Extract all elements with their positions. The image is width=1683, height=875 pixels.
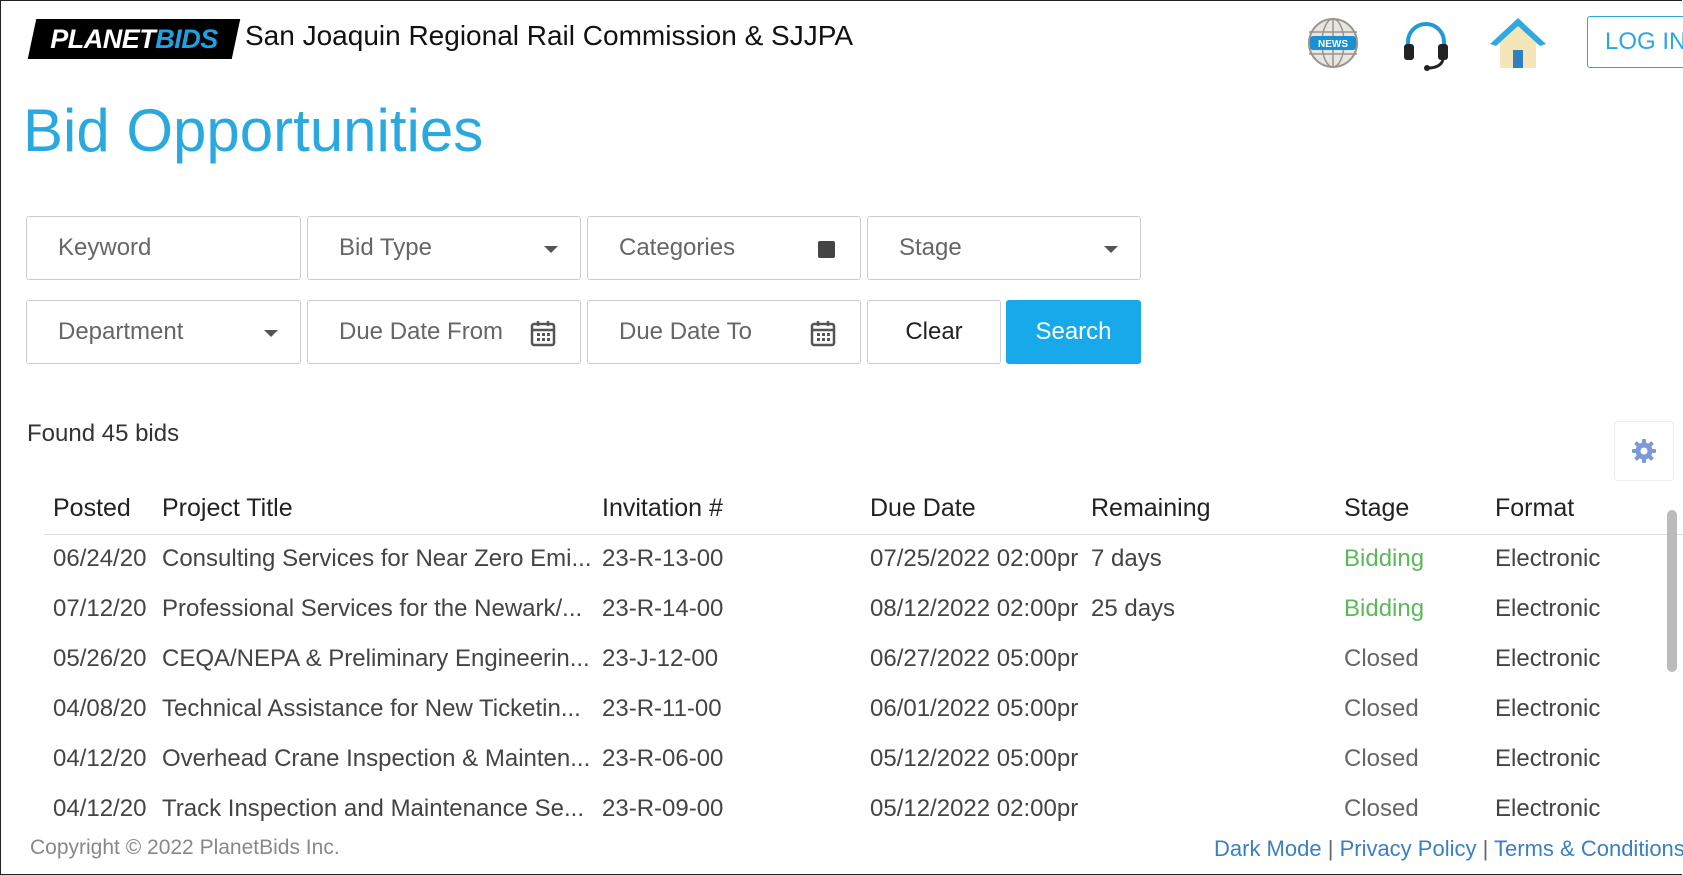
categories-placeholder: Categories bbox=[619, 234, 736, 261]
bids-table: Posted Project Title Invitation # Due Da… bbox=[44, 486, 1683, 824]
cell-format: Electronic bbox=[1495, 545, 1601, 572]
cell-invitation: 23-R-13-00 bbox=[602, 545, 724, 572]
table-row[interactable]: 07/12/20 Professional Services for the Ne… bbox=[44, 585, 1683, 635]
cell-invitation: 23-R-06-00 bbox=[602, 745, 724, 772]
search-button[interactable]: Search bbox=[1006, 300, 1141, 364]
table-header: Posted Project Title Invitation # Due Da… bbox=[44, 486, 1683, 535]
categories-select[interactable]: Categories bbox=[587, 216, 861, 280]
due-date-from-input[interactable]: Due Date From bbox=[307, 300, 581, 364]
cell-remaining: 25 days bbox=[1091, 595, 1176, 622]
organization-name: San Joaquin Regional Rail Commission & S… bbox=[245, 20, 853, 51]
cell-format: Electronic bbox=[1495, 595, 1601, 622]
chevron-down-icon bbox=[1104, 246, 1118, 253]
cell-format: Electronic bbox=[1495, 645, 1601, 672]
column-header-stage[interactable]: Stage bbox=[1344, 494, 1409, 523]
cell-posted: 07/12/20 bbox=[53, 595, 147, 622]
keyword-input[interactable]: Keyword bbox=[26, 216, 301, 280]
cell-due-date: 06/27/2022 05:00pr bbox=[870, 645, 1079, 672]
headset-icon[interactable] bbox=[1398, 16, 1454, 72]
cell-invitation: 23-R-11-00 bbox=[602, 695, 722, 722]
cell-invitation: 23-J-12-00 bbox=[602, 645, 719, 672]
calendar-icon[interactable] bbox=[810, 319, 836, 347]
cell-due-date: 06/01/2022 05:00pr bbox=[870, 695, 1079, 722]
due-date-to-placeholder: Due Date To bbox=[619, 318, 752, 345]
column-header-due-date[interactable]: Due Date bbox=[870, 494, 976, 523]
cell-project-title[interactable]: Overhead Crane Inspection & Mainten... bbox=[162, 745, 592, 773]
cell-format: Electronic bbox=[1495, 745, 1601, 772]
due-date-from-placeholder: Due Date From bbox=[339, 318, 504, 345]
home-icon[interactable] bbox=[1488, 16, 1548, 72]
table-scrollbar-thumb[interactable] bbox=[1667, 510, 1677, 672]
cell-format: Electronic bbox=[1495, 695, 1601, 722]
calendar-icon[interactable] bbox=[530, 319, 556, 347]
page-title: Bid Opportunities bbox=[23, 97, 484, 164]
cell-due-date: 05/12/2022 02:00pr bbox=[870, 795, 1079, 822]
cell-posted: 04/12/20 bbox=[53, 745, 147, 772]
due-date-to-input[interactable]: Due Date To bbox=[587, 300, 861, 364]
table-row[interactable]: 05/26/20 CEQA/NEPA & Preliminary Engineer… bbox=[44, 635, 1683, 685]
chevron-down-icon bbox=[544, 246, 558, 253]
cell-posted: 05/26/20 bbox=[53, 645, 147, 672]
stage-select[interactable]: Stage bbox=[867, 216, 1141, 280]
column-settings-button[interactable] bbox=[1614, 421, 1674, 481]
cell-due-date: 05/12/2022 05:00pr bbox=[870, 745, 1079, 772]
cell-project-title[interactable]: Consulting Services for Near Zero Emi... bbox=[162, 545, 592, 573]
table-row[interactable]: 04/12/20 Overhead Crane Inspection & Main… bbox=[44, 735, 1683, 785]
cell-remaining: 7 days bbox=[1091, 545, 1162, 572]
department-placeholder: Department bbox=[58, 318, 184, 345]
cell-stage: Closed bbox=[1344, 645, 1419, 672]
logo-bids-text: BIDS bbox=[155, 23, 218, 54]
cell-project-title[interactable]: Technical Assistance for New Ticketin... bbox=[162, 695, 592, 723]
keyword-placeholder: Keyword bbox=[58, 234, 152, 261]
cell-stage: Closed bbox=[1344, 695, 1419, 722]
copyright-text: Copyright © 2022 PlanetBids Inc. bbox=[30, 836, 340, 859]
stage-placeholder: Stage bbox=[899, 234, 962, 261]
cell-stage: Bidding bbox=[1344, 545, 1425, 572]
news-globe-icon[interactable]: NEWS bbox=[1306, 16, 1360, 70]
login-button[interactable]: LOG IN bbox=[1587, 16, 1683, 68]
cell-posted: 06/24/20 bbox=[53, 545, 147, 572]
dark-mode-link[interactable]: Dark Mode bbox=[1214, 836, 1322, 861]
cell-format: Electronic bbox=[1495, 795, 1601, 822]
news-badge-text: NEWS bbox=[1318, 39, 1348, 50]
column-header-project-title[interactable]: Project Title bbox=[162, 494, 293, 523]
cell-stage: Bidding bbox=[1344, 595, 1425, 622]
bid-type-placeholder: Bid Type bbox=[339, 234, 432, 261]
terms-link[interactable]: Terms & Conditions bbox=[1494, 836, 1683, 861]
column-header-remaining[interactable]: Remaining bbox=[1091, 494, 1211, 523]
cell-stage: Closed bbox=[1344, 795, 1419, 822]
cell-posted: 04/12/20 bbox=[53, 795, 147, 822]
cell-project-title[interactable]: Track Inspection and Maintenance Se... bbox=[162, 795, 592, 823]
column-header-format[interactable]: Format bbox=[1495, 494, 1574, 523]
column-header-invitation[interactable]: Invitation # bbox=[602, 494, 723, 523]
column-header-posted[interactable]: Posted bbox=[53, 494, 131, 523]
cell-project-title[interactable]: CEQA/NEPA & Preliminary Engineerin... bbox=[162, 645, 592, 673]
logo-planet-text: PLANET bbox=[50, 23, 156, 54]
table-row[interactable]: 06/24/20 Consulting Services for Near Zer… bbox=[44, 535, 1683, 585]
cell-invitation: 23-R-14-00 bbox=[602, 595, 724, 622]
cell-project-title[interactable]: Professional Services for the Newark/... bbox=[162, 595, 592, 623]
bid-type-select[interactable]: Bid Type bbox=[307, 216, 581, 280]
table-row[interactable]: 04/08/20 Technical Assistance for New Tic… bbox=[44, 685, 1683, 735]
cell-due-date: 08/12/2022 02:00pr bbox=[870, 595, 1079, 622]
table-row[interactable]: 04/12/20 Track Inspection and Maintenance… bbox=[44, 785, 1683, 824]
gear-icon bbox=[1632, 439, 1656, 463]
cell-posted: 04/08/20 bbox=[53, 695, 147, 722]
results-count: Found 45 bids bbox=[27, 420, 180, 447]
clear-button[interactable]: Clear bbox=[867, 300, 1001, 364]
privacy-policy-link[interactable]: Privacy Policy bbox=[1340, 836, 1477, 861]
cell-stage: Closed bbox=[1344, 745, 1419, 772]
footer-separator: | bbox=[1327, 836, 1334, 861]
cell-invitation: 23-R-09-00 bbox=[602, 795, 724, 822]
footer-separator: | bbox=[1482, 836, 1489, 861]
planetbids-logo[interactable]: PLANET BIDS bbox=[27, 19, 241, 59]
chevron-down-icon bbox=[264, 330, 278, 337]
department-select[interactable]: Department bbox=[26, 300, 301, 364]
cell-due-date: 07/25/2022 02:00pr bbox=[870, 545, 1079, 572]
categories-picker-icon bbox=[818, 241, 835, 258]
footer-links: Dark Mode | Privacy Policy | Terms & Con… bbox=[1214, 836, 1683, 862]
